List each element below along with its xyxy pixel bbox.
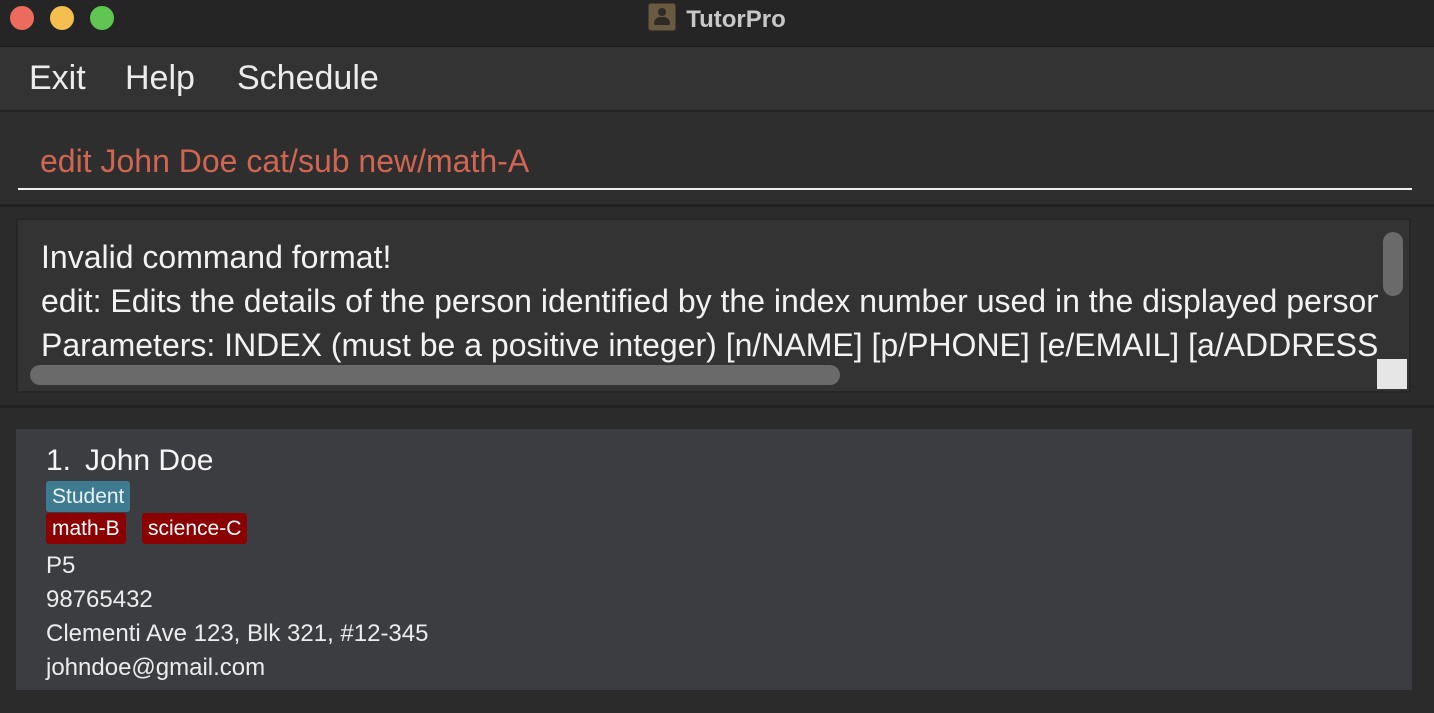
window-title: TutorPro xyxy=(686,6,786,33)
command-box-area xyxy=(0,112,1434,207)
result-text: Invalid command format! edit: Edits the … xyxy=(41,235,1378,365)
result-line: Invalid command format! xyxy=(41,239,392,275)
person-email: johndoe@gmail.com xyxy=(46,654,266,681)
title-bar: TutorPro xyxy=(0,0,1434,47)
command-input[interactable] xyxy=(18,134,1412,190)
vertical-scrollbar[interactable] xyxy=(1383,232,1403,296)
person-name: John Doe xyxy=(85,444,214,477)
role-tag: Student xyxy=(46,481,131,512)
subject-tag: math-B xyxy=(46,513,126,544)
contact-book-icon xyxy=(648,3,677,31)
person-card[interactable]: 1. John Doe Student math-B science-C P5 9… xyxy=(16,429,1412,690)
horizontal-scrollbar[interactable] xyxy=(30,365,840,385)
person-address: Clementi Ave 123, Blk 321, #12-345 xyxy=(46,620,429,647)
result-display[interactable]: Invalid command format! edit: Edits the … xyxy=(16,218,1411,393)
result-line: edit: Edits the details of the person id… xyxy=(41,283,1378,319)
subject-tag: science-C xyxy=(142,513,248,544)
menu-exit[interactable]: Exit xyxy=(29,59,86,97)
menu-schedule[interactable]: Schedule xyxy=(237,59,379,97)
person-level: P5 xyxy=(46,552,76,579)
person-phone: 98765432 xyxy=(46,586,153,613)
person-list: 1. John Doe Student math-B science-C P5 9… xyxy=(0,405,1434,713)
person-index: 1. xyxy=(46,444,72,477)
menu-bar: Exit Help Schedule xyxy=(0,47,1434,112)
result-line: Parameters: INDEX (must be a positive in… xyxy=(41,327,1378,363)
person-name-row: 1. John Doe xyxy=(46,443,213,479)
menu-help[interactable]: Help xyxy=(125,59,195,97)
scroll-corner xyxy=(1377,359,1407,389)
window-title-wrap: TutorPro xyxy=(0,3,1434,35)
